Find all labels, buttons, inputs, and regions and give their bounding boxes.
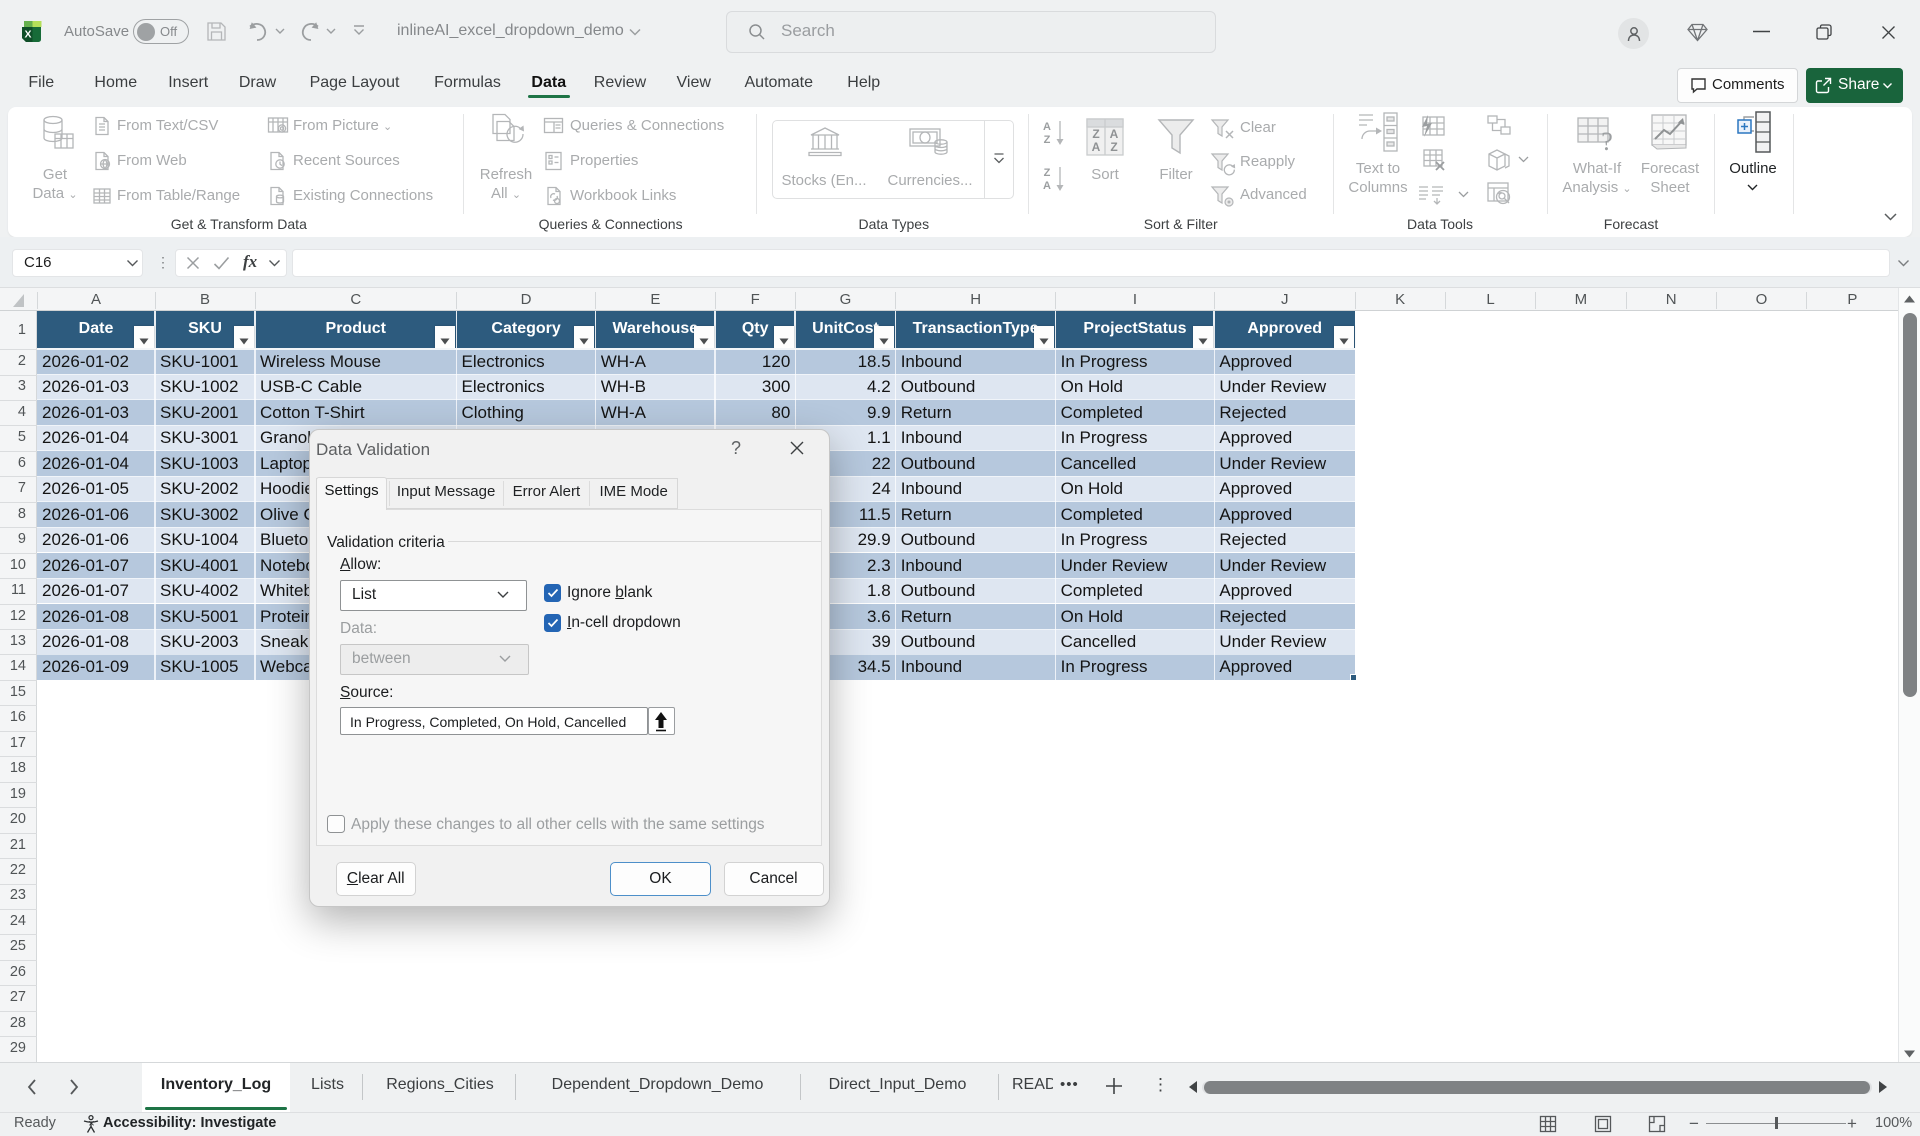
svg-text:X: X [24, 29, 31, 41]
svg-text:Z: Z [1044, 167, 1051, 179]
svg-text:A: A [1043, 121, 1051, 133]
svg-text:A: A [1043, 180, 1051, 192]
svg-text:Z: Z [1044, 134, 1051, 146]
svg-text:A: A [1092, 140, 1101, 154]
svg-text:A: A [1110, 127, 1119, 141]
svg-text:Z: Z [1110, 140, 1117, 154]
svg-text:Z: Z [1092, 127, 1099, 141]
svg-text:?: ? [1601, 127, 1613, 154]
